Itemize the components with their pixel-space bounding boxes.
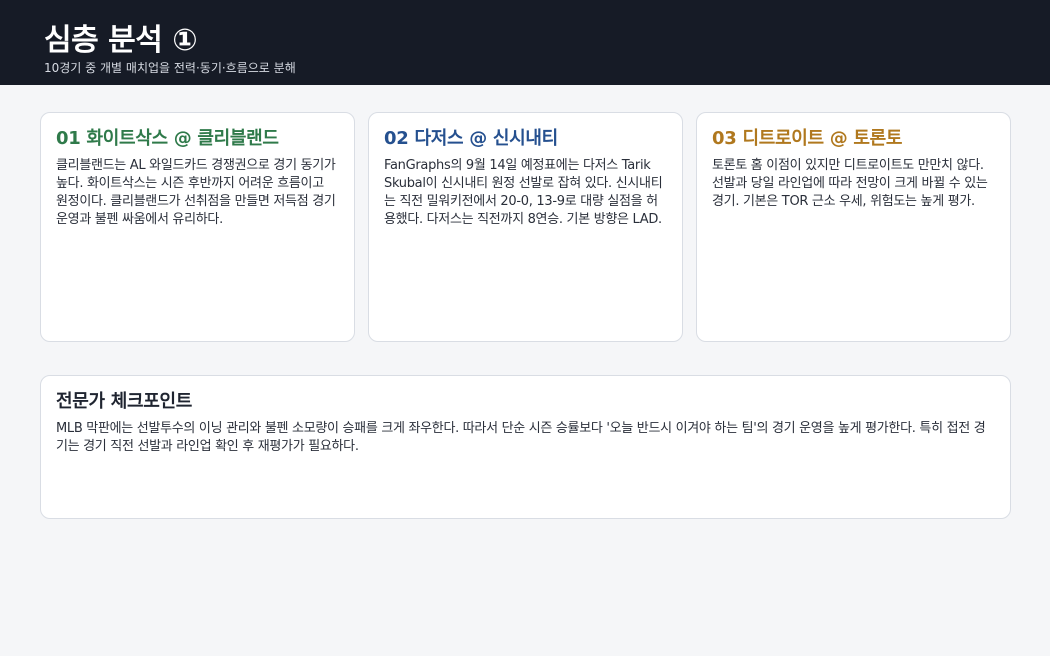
game-matchup: 화이트삭스 @ 클리블랜드 bbox=[86, 128, 279, 149]
page-subtitle: 10경기 중 개별 매치업을 전력·동기·흐름으로 분해 bbox=[44, 61, 296, 75]
game-matchup: 다저스 @ 신시내티 bbox=[414, 128, 558, 149]
game-card-title: 03 디트로이트 @ 토론토 bbox=[712, 127, 995, 151]
game-number: 02 bbox=[384, 128, 409, 149]
game-card-title: 01 화이트삭스 @ 클리블랜드 bbox=[56, 127, 339, 151]
page-title: 심층 분석 ① bbox=[44, 23, 198, 58]
game-card-3: 03 디트로이트 @ 토론토 토론토 홈 이점이 있지만 디트로이트도 만만치 않… bbox=[696, 112, 1011, 342]
game-analysis: 토론토 홈 이점이 있지만 디트로이트도 만만치 않다. 선발과 당일 라인업에… bbox=[712, 158, 988, 209]
game-number: 03 bbox=[712, 128, 737, 149]
game-matchup: 디트로이트 @ 토론토 bbox=[742, 128, 903, 149]
expert-checkpoint-card: 전문가 체크포인트 MLB 막판에는 선발투수의 이닝 관리와 불펜 소모량이 … bbox=[40, 375, 1011, 519]
game-number: 01 bbox=[56, 128, 81, 149]
page-header: 심층 분석 ① 10경기 중 개별 매치업을 전력·동기·흐름으로 분해 bbox=[0, 0, 1050, 85]
expert-checkpoint-title: 전문가 체크포인트 bbox=[56, 391, 193, 412]
game-card-2: 02 다저스 @ 신시내티 FanGraphs의 9월 14일 예정표에는 다저스… bbox=[368, 112, 683, 342]
expert-checkpoint-body: MLB 막판에는 선발투수의 이닝 관리와 불펜 소모량이 승패를 크게 좌우한… bbox=[56, 421, 986, 454]
game-analysis: 클리블랜드는 AL 와일드카드 경쟁권으로 경기 동기가 높다. 화이트삭스는 … bbox=[56, 158, 336, 227]
game-card-title: 02 다저스 @ 신시내티 bbox=[384, 127, 667, 151]
game-analysis: FanGraphs의 9월 14일 예정표에는 다저스 Tarik Skubal… bbox=[384, 158, 663, 227]
game-card-1: 01 화이트삭스 @ 클리블랜드 클리블랜드는 AL 와일드카드 경쟁권으로 경기… bbox=[40, 112, 355, 342]
